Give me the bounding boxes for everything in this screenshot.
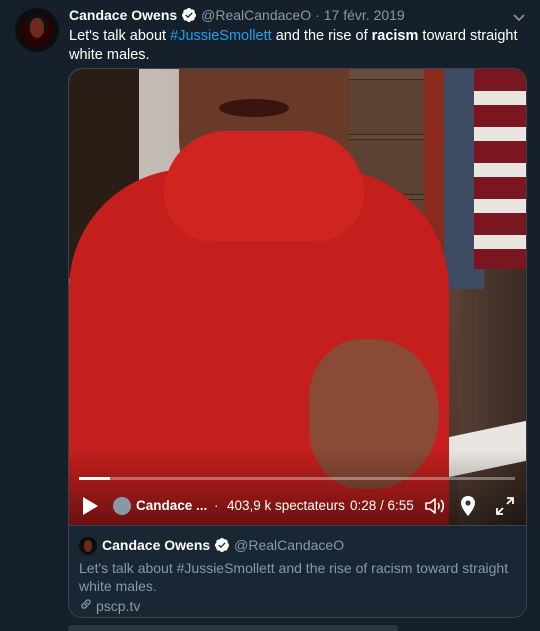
card-header: Candace Owens @RealCandaceO	[102, 537, 344, 553]
tweet-text-part: Let's talk about	[69, 28, 171, 44]
card-description: Let's talk about #JussieSmollett and the…	[79, 560, 509, 594]
collar	[164, 131, 364, 241]
tweet-header: Candace Owens @RealCandaceO · 17 févr. 2…	[69, 7, 405, 23]
author-name[interactable]: Candace Owens	[69, 7, 177, 23]
mouth	[219, 99, 289, 117]
fullscreen-icon[interactable]	[495, 496, 515, 516]
card-link-text: pscp.tv	[96, 597, 141, 614]
author-handle[interactable]: @RealCandaceO	[201, 7, 311, 23]
player-controls: Candace ... · 403,9 k spectateurs 0:28 /…	[69, 489, 526, 523]
viewer-count: 403,9 k spectateurs	[227, 498, 345, 513]
separator-dot: ·	[315, 7, 320, 23]
play-icon[interactable]	[81, 496, 99, 516]
volume-icon[interactable]	[424, 496, 446, 516]
location-pin-icon[interactable]	[460, 495, 476, 517]
avatar[interactable]	[15, 8, 59, 52]
progress-fill	[79, 477, 110, 480]
tweet-date[interactable]: 17 févr. 2019	[324, 7, 405, 23]
broadcaster-name[interactable]: Candace ...	[136, 498, 207, 513]
chevron-down-icon[interactable]	[510, 8, 528, 26]
video-player[interactable]: Candace ... · 403,9 k spectateurs 0:28 /…	[69, 69, 526, 525]
progress-bar[interactable]	[79, 477, 515, 480]
link-icon	[79, 597, 96, 614]
bold-word: racism	[371, 28, 419, 44]
hashtag-link[interactable]: #JussieSmollett	[170, 28, 272, 44]
card-avatar	[79, 537, 97, 555]
clothes	[474, 69, 526, 269]
broadcaster-avatar	[113, 497, 131, 515]
tweet-text-part: and the rise of	[271, 28, 372, 44]
tweet[interactable]: Candace Owens @RealCandaceO · 17 févr. 2…	[0, 0, 540, 631]
card-meta[interactable]: Candace Owens @RealCandaceO Let's talk a…	[69, 525, 526, 617]
verified-badge-icon	[214, 537, 230, 553]
tweet-text: Let's talk about #JussieSmollett and the…	[69, 27, 529, 65]
next-tweet-peek	[68, 625, 398, 631]
playback-time: 0:28 / 6:55	[350, 498, 414, 513]
separator-dot: ·	[214, 498, 219, 513]
card-author-handle: @RealCandaceO	[234, 537, 345, 553]
card-author-name: Candace Owens	[102, 537, 211, 553]
card-link[interactable]: pscp.tv	[79, 597, 140, 614]
periscope-card[interactable]: Candace ... · 403,9 k spectateurs 0:28 /…	[68, 68, 527, 618]
verified-badge-icon	[181, 7, 197, 23]
